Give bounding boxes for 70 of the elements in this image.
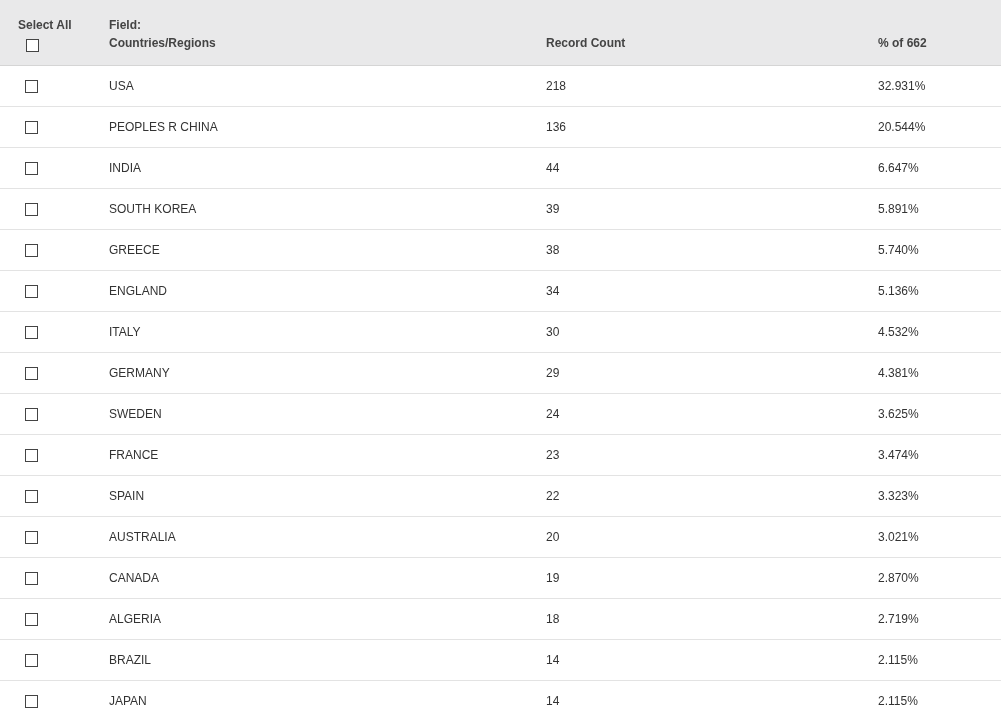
checkbox[interactable] — [25, 284, 38, 298]
percentage: 20.544% — [878, 120, 926, 134]
field-name: Countries/Regions — [109, 35, 217, 52]
country-name: GERMANY — [109, 366, 170, 380]
record-count: 20 — [546, 530, 560, 544]
country-name: CANADA — [109, 571, 159, 585]
record-count: 34 — [546, 284, 560, 298]
percentage: 2.115% — [878, 653, 918, 667]
country-name: SWEDEN — [109, 407, 162, 421]
percentage: 32.931% — [878, 79, 926, 93]
country-name: FRANCE — [109, 448, 159, 462]
record-count: 29 — [546, 366, 560, 380]
country-name: SPAIN — [109, 489, 145, 503]
checkbox[interactable] — [25, 79, 38, 93]
checkbox[interactable] — [25, 448, 38, 462]
country-name: SOUTH KOREA — [109, 202, 197, 216]
checkbox[interactable] — [25, 653, 38, 667]
column-header: % of 662 — [878, 36, 927, 50]
checkbox[interactable] — [26, 39, 39, 52]
percentage: 3.474% — [878, 448, 919, 462]
record-count: 44 — [546, 161, 560, 175]
percentage: 2.115% — [878, 694, 918, 708]
country-name: PEOPLES R CHINA — [109, 120, 218, 134]
checkbox[interactable] — [25, 120, 38, 134]
country-name: USA — [109, 79, 134, 93]
country-name: BRAZIL — [109, 653, 151, 667]
percentage: 3.021% — [878, 530, 919, 544]
checkbox[interactable] — [25, 571, 38, 585]
percentage: 4.381% — [878, 366, 919, 380]
country-name: ENGLAND — [109, 284, 167, 298]
checkbox[interactable] — [25, 489, 38, 503]
record-count: 14 — [546, 653, 560, 667]
country-name: GREECE — [109, 243, 160, 257]
record-count: 30 — [546, 325, 560, 339]
record-count: 18 — [546, 612, 560, 626]
country-name: INDIA — [109, 161, 141, 175]
percentage: 5.740% — [878, 243, 919, 257]
checkbox[interactable] — [25, 325, 38, 339]
percentage: 2.870% — [878, 571, 919, 585]
percentage: 3.625% — [878, 407, 919, 421]
select-all-label: Select All — [18, 17, 73, 34]
column-header: Record Count — [546, 36, 626, 50]
checkbox[interactable] — [25, 366, 38, 380]
checkbox[interactable] — [25, 243, 38, 257]
percentage: 4.532% — [878, 325, 919, 339]
record-count: 19 — [546, 571, 560, 585]
percentage: 2.719% — [878, 612, 919, 626]
field-label: Field: — [109, 17, 142, 34]
checkbox[interactable] — [25, 407, 38, 421]
country-name: JAPAN — [109, 694, 147, 708]
country-name: ALGERIA — [109, 612, 162, 626]
record-count: 136 — [546, 120, 567, 134]
checkbox[interactable] — [25, 612, 38, 626]
checkbox[interactable] — [25, 202, 38, 216]
checkbox[interactable] — [25, 694, 38, 708]
checkbox[interactable] — [25, 161, 38, 175]
country-name: AUSTRALIA — [109, 530, 176, 544]
record-count: 39 — [546, 202, 560, 216]
percentage: 5.136% — [878, 284, 919, 298]
record-count: 38 — [546, 243, 560, 257]
percentage: 6.647% — [878, 161, 919, 175]
percentage: 5.891% — [878, 202, 919, 216]
checkbox[interactable] — [25, 530, 38, 544]
record-count: 22 — [546, 489, 560, 503]
percentage: 3.323% — [878, 489, 919, 503]
record-count: 23 — [546, 448, 560, 462]
record-count: 14 — [546, 694, 560, 708]
record-count: 218 — [546, 79, 567, 93]
record-count: 24 — [546, 407, 560, 421]
country-name: ITALY — [109, 325, 141, 339]
